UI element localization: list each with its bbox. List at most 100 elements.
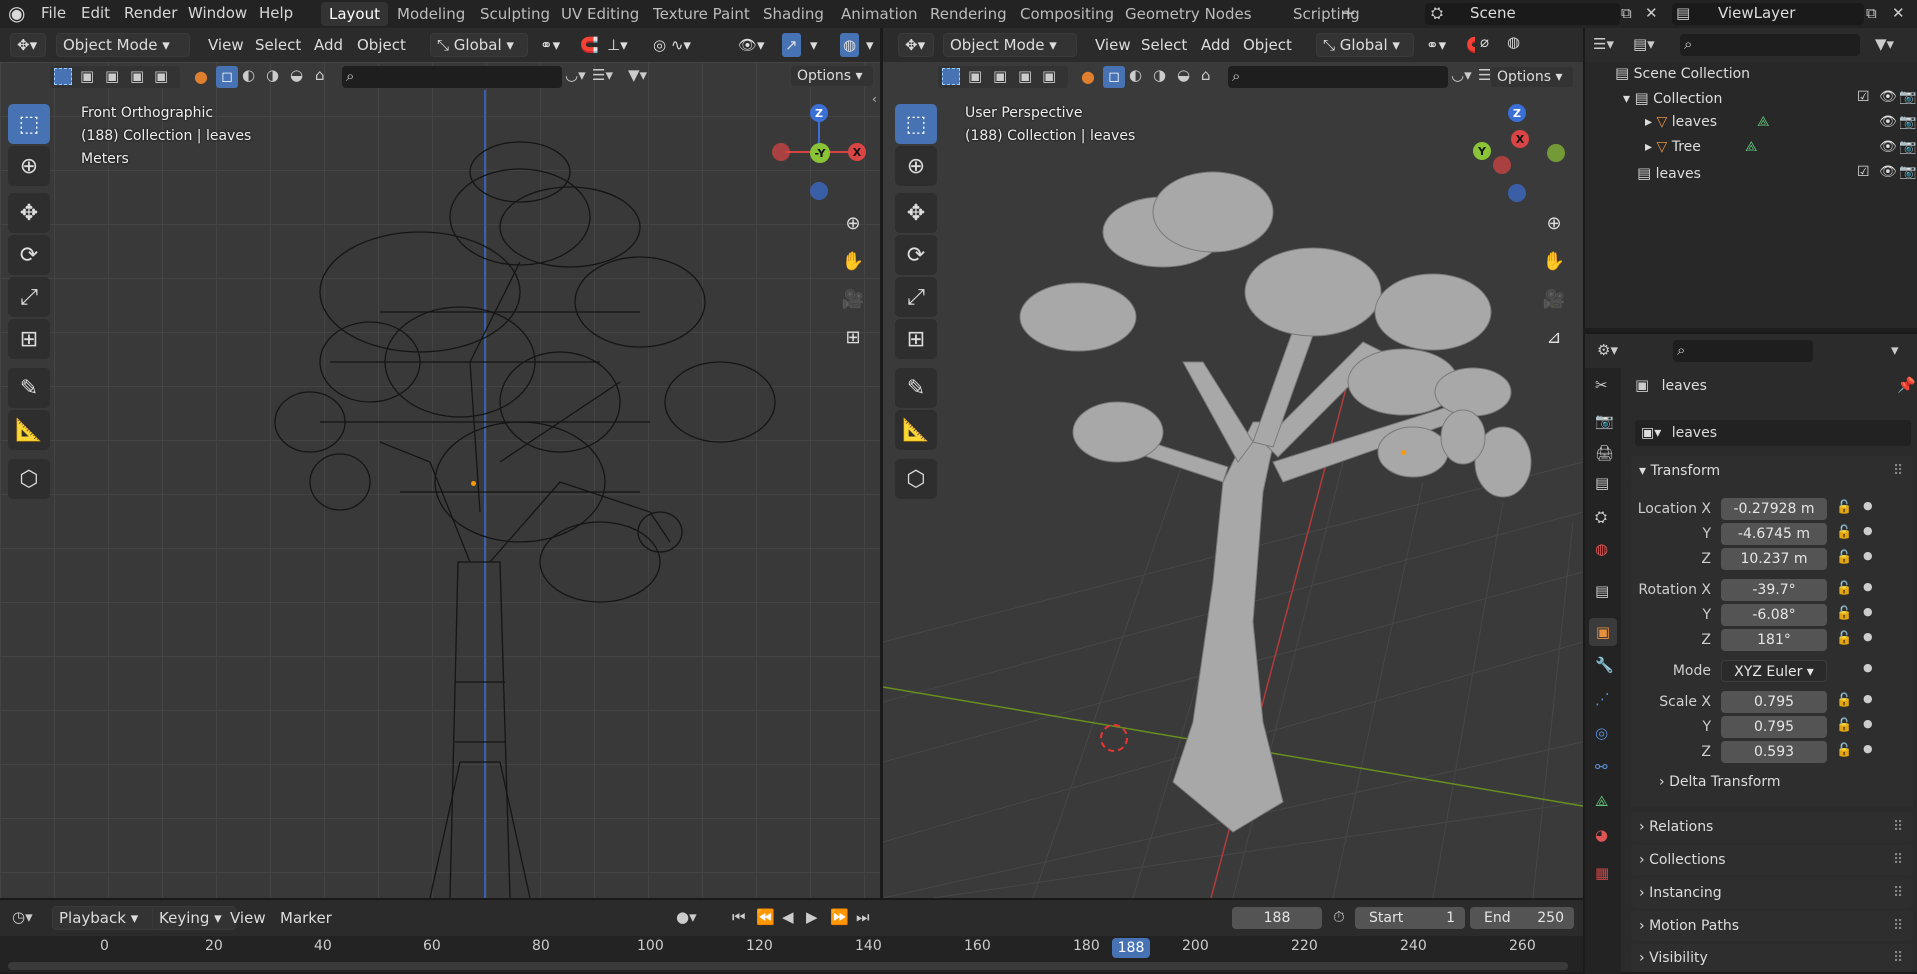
motion-paths-section[interactable]: › Motion Paths ⠿ [1631,911,1913,941]
left-wireframe-shading-icon[interactable]: ◻ [216,66,238,88]
outliner-item-tree[interactable]: ▸ ▽ Tree ⟁ 👁 📷 [1645,139,1916,155]
outliner-editor-type-icon[interactable]: ☰▾ [1593,35,1614,53]
current-frame-field[interactable]: 188 [1232,907,1322,929]
timeline-view-menu[interactable]: View [230,906,266,930]
lock-icon[interactable]: 🔓 [1836,631,1852,646]
move-tool-icon[interactable]: ✥ [8,193,50,233]
scene-tab-icon[interactable]: ⛭ [1595,508,1607,526]
select-box-icon[interactable] [54,68,72,85]
keyframe-dot-icon[interactable]: ● [1863,499,1873,512]
keyframe-dot-icon[interactable]: ● [1863,742,1873,755]
lock-icon[interactable]: 🔓 [1836,581,1852,596]
right-select-extend-icon[interactable]: ▣ [968,67,982,85]
left-select-mode-buttons[interactable]: ▣ ▣ ▣ ▣ [50,66,180,88]
right-scale-tool-icon[interactable]: ⤢ [895,277,937,317]
select-difference-icon[interactable]: ▣ [130,67,144,85]
timer-icon[interactable]: ⏱ [1333,908,1345,926]
scale-y-field[interactable]: 0.795 [1721,716,1827,738]
left-proportional-icon[interactable]: ◎ ∿▾ [653,33,691,57]
right-transform-tool-icon[interactable]: ⊞ [895,319,937,359]
measure-tool-icon[interactable]: 📐 [8,410,50,450]
left-rendered-shading-icon[interactable]: ◒ [290,66,303,84]
right-shading-color-icon[interactable]: ● [1081,67,1095,86]
right-pan-icon[interactable]: ✋ [1538,245,1570,277]
left-orientation-dropdown[interactable]: ⤡ Global ▾ [430,33,528,57]
left-pivot-icon[interactable]: ⚭▾ [540,33,560,57]
cursor-tool-icon[interactable]: ⊕ [8,146,50,186]
lock-icon[interactable]: 🔓 [1836,500,1852,515]
blender-logo-icon[interactable]: ◉ [8,0,25,28]
left-snap-icon[interactable]: 🧲 [580,33,599,57]
motion-paths-drag-icon[interactable]: ⠿ [1893,911,1903,941]
rotate-tool-icon[interactable]: ⟳ [8,235,50,275]
leaves-collection-eye-icon[interactable]: 👁 [1879,164,1897,180]
outliner-search-input[interactable]: ⌕ [1680,34,1860,56]
select-subtract-icon[interactable]: ▣ [105,67,119,85]
left-viewport[interactable]: Front Orthographic (188) Collection | le… [0,62,880,898]
render-tab-icon[interactable]: 📷 [1595,412,1614,430]
menu-edit[interactable]: Edit [81,0,110,28]
lock-icon[interactable]: 🔓 [1836,606,1852,621]
left-collapse-icon[interactable]: ‹ [872,92,877,106]
lock-icon[interactable]: 🔓 [1836,743,1852,758]
collection-eye-icon[interactable]: 👁 [1879,89,1897,105]
right-rendered-shading-icon[interactable]: ◒ [1177,66,1190,84]
jump-start-icon[interactable]: ⏮ [732,908,746,926]
transform-tool-icon[interactable]: ⊞ [8,319,50,359]
right-perspective-icon[interactable]: ⊿ [1538,321,1570,353]
tab-shading[interactable]: Shading [755,2,832,26]
lock-icon[interactable]: 🔓 [1836,550,1852,565]
keyframe-dot-icon[interactable]: ● [1863,692,1873,705]
right-search-input[interactable]: ⌕ [1228,66,1448,88]
right-annotate-tool-icon[interactable]: ✎ [895,368,937,408]
right-mode-dropdown[interactable]: Object Mode ▾ [943,33,1077,57]
tab-sculpting[interactable]: Sculpting [472,2,558,26]
right-cursor-tool-icon[interactable]: ⊕ [895,146,937,186]
right-pivot-icon[interactable]: ⚭▾ [1426,33,1446,57]
relations-drag-icon[interactable]: ⠿ [1893,812,1903,842]
close-view-layer-icon[interactable]: ✕ [1892,4,1905,22]
right-gizmo-y-icon[interactable]: Y [1473,142,1491,160]
right-material-shading-icon[interactable]: ◑ [1153,66,1166,84]
leaves-collection-camera-icon[interactable]: 📷 [1899,164,1916,180]
transform-section-header[interactable]: ▾ Transform ⠿ [1631,456,1913,486]
outliner-filter-icon[interactable]: ▼▾ [1875,35,1894,53]
tree-camera-icon[interactable]: 📷 [1899,139,1916,155]
properties-options-icon[interactable]: ▾ [1891,341,1899,359]
right-wireframe-shading-icon[interactable]: ◻ [1103,66,1125,88]
left-menu-object[interactable]: Object [357,33,406,57]
instancing-section[interactable]: › Instancing ⠿ [1631,878,1913,908]
left-options-button[interactable]: Options ▾ [790,65,874,87]
object-name-field[interactable]: ▣▾ leaves [1635,420,1911,446]
3d-cursor-icon[interactable] [1100,724,1128,752]
menu-render[interactable]: Render [124,0,177,28]
constraints-tab-icon[interactable]: ⚯ [1595,758,1608,776]
right-viewport[interactable]: User Perspective (188) Collection | leav… [883,62,1583,898]
end-frame-field[interactable]: End 250 [1470,907,1574,929]
collection-camera-icon[interactable]: 📷 [1899,89,1916,105]
right-move-tool-icon[interactable]: ✥ [895,193,937,233]
right-add-cube-tool-icon[interactable]: ⬡ [895,459,937,499]
scale-tool-icon[interactable]: ⤢ [8,277,50,317]
left-mode-dropdown[interactable]: Object Mode ▾ [56,33,190,57]
left-gizmo-icon[interactable]: ↗ [782,33,801,57]
left-shading-color-icon[interactable]: ● [194,67,208,86]
keyframe-dot-icon[interactable]: ● [1863,605,1873,618]
object-tab-icon[interactable]: ▣ [1589,618,1617,646]
delta-transform-subsection[interactable]: › Delta Transform [1659,774,1781,790]
right-select-mode-buttons[interactable]: ▣ ▣ ▣ ▣ [938,66,1068,88]
add-cube-tool-icon[interactable]: ⬡ [8,459,50,499]
material-tab-icon[interactable]: ◕ [1595,826,1608,844]
location-y-field[interactable]: -4.6745 m [1721,523,1827,545]
playhead-frame-indicator[interactable]: 188 [1112,938,1150,958]
left-navigation-gizmo[interactable]: Z -Y X [772,102,875,202]
left-grid-icon[interactable]: ⊞ [837,321,869,353]
right-shading-options-icon[interactable]: ⌂ [1201,66,1211,84]
left-solid-shading-icon[interactable]: ◐ [242,66,255,84]
annotate-tool-icon[interactable]: ✎ [8,368,50,408]
outliner-item-leaves[interactable]: ▸ ▽ leaves ⟁ 👁 📷 [1645,114,1916,130]
right-select-box-icon[interactable] [942,68,960,85]
left-menu-view[interactable]: View [208,33,244,57]
right-gizmo-neg-z-icon[interactable] [1508,184,1526,202]
gizmo-y-icon[interactable]: -Y [810,143,830,163]
